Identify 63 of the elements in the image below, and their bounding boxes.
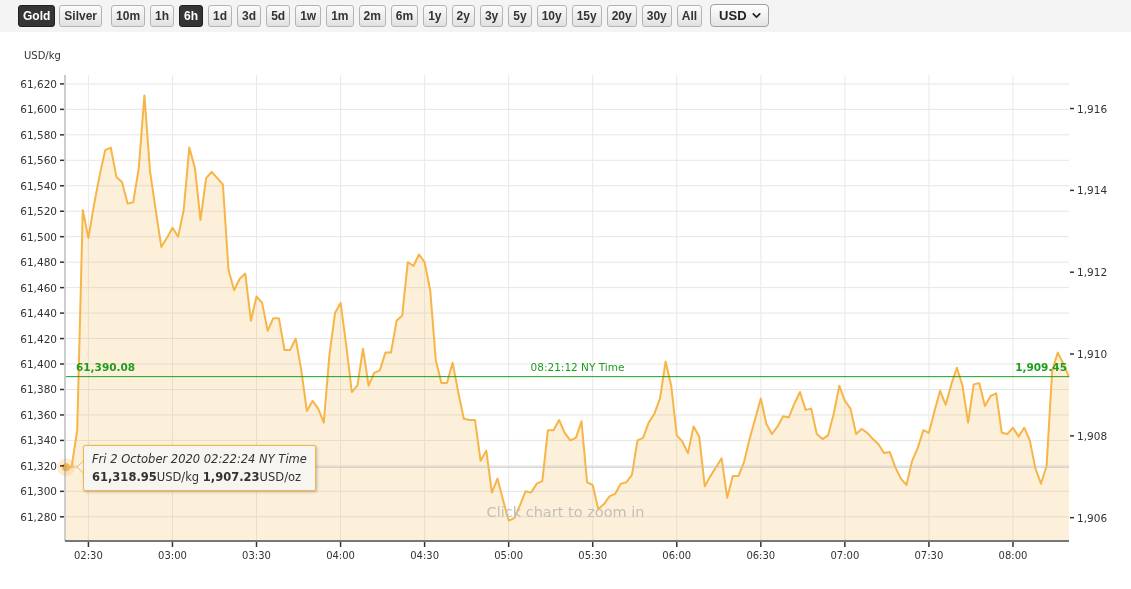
y-tick-label: 61,620 [20, 77, 57, 90]
y-tick-label: 61,480 [20, 256, 57, 269]
range-tab[interactable]: 1y [423, 5, 447, 27]
y-tick-label: 61,360 [20, 408, 57, 421]
y-tick-label: 61,580 [20, 128, 57, 141]
range-tab[interactable]: 6m [390, 5, 419, 27]
secondary-tick-label: 1,906 [1077, 511, 1108, 524]
range-tab[interactable]: 30y [641, 5, 672, 27]
tooltip-price: 61,318.95USD/kg 1,907.23USD/oz [92, 469, 303, 487]
secondary-tick-label: 1,910 [1077, 348, 1108, 361]
axis-title: USD/kg [24, 50, 61, 61]
range-tab[interactable]: 2m [358, 5, 386, 27]
y-tick-label: 61,340 [20, 434, 57, 447]
range-tab[interactable]: 5y [508, 5, 532, 27]
y-tick-label: 61,600 [20, 103, 57, 116]
range-tab[interactable]: 1m [326, 5, 354, 27]
secondary-tick-label: 1,908 [1077, 429, 1108, 442]
x-tick-label: 07:00 [830, 550, 860, 561]
range-tab[interactable]: 1h [150, 5, 175, 27]
x-tick-label: 05:30 [578, 550, 608, 561]
y-tick-label: 61,380 [20, 383, 57, 396]
range-tab[interactable]: 10y [536, 5, 567, 27]
x-tick-label: 03:00 [158, 550, 187, 561]
range-tab[interactable]: 1w [295, 5, 322, 27]
range-tab[interactable]: 5d [266, 5, 291, 27]
range-tab[interactable]: 20y [606, 5, 637, 27]
x-tick-label: 05:00 [494, 550, 524, 561]
y-tick-label: 61,560 [20, 154, 57, 167]
x-tick-label: 06:00 [662, 550, 692, 561]
x-tick-label: 02:30 [74, 550, 103, 561]
current-time-label: 08:21:12 NY Time [530, 360, 625, 373]
range-tab[interactable]: 15y [571, 5, 602, 27]
range-tab[interactable]: 3y [479, 5, 504, 27]
range-tab[interactable]: 6h [179, 5, 204, 27]
y-tick-label: 61,280 [20, 510, 57, 523]
range-tab[interactable]: 2y [451, 5, 475, 27]
x-tick-label: 08:00 [998, 550, 1028, 561]
y-tick-label: 61,440 [20, 307, 57, 320]
y-tick-label: 61,520 [20, 205, 57, 218]
x-tick-label: 07:30 [914, 550, 944, 561]
secondary-tick-label: 1,912 [1077, 266, 1108, 279]
x-tick-label: 03:30 [242, 550, 271, 561]
tooltip-date: Fri 2 October 2020 02:22:24 NY Time [92, 451, 307, 469]
y-tick-label: 61,460 [20, 281, 57, 294]
secondary-tick-label: 1,916 [1077, 102, 1108, 115]
metal-tab[interactable]: Gold [18, 5, 56, 27]
y-tick-label: 61,500 [20, 230, 57, 243]
currency-select[interactable]: USD [710, 4, 770, 27]
hover-marker-icon [57, 458, 75, 477]
y-tick-label: 61,420 [20, 332, 57, 345]
range-tab[interactable]: 10m [111, 5, 146, 27]
y-tick-label: 61,320 [20, 459, 57, 472]
range-tab[interactable]: 1d [208, 5, 233, 27]
range-tab[interactable]: All [676, 5, 703, 27]
y-tick-label: 61,300 [20, 485, 57, 498]
x-tick-label: 04:00 [326, 550, 355, 561]
y-tick-label: 61,400 [20, 358, 57, 370]
y-tick-label: 61,540 [20, 179, 57, 192]
range-tab[interactable]: 3d [237, 5, 262, 27]
secondary-tick-label: 1,914 [1077, 184, 1108, 197]
x-tick-label: 06:30 [746, 550, 776, 561]
metal-tab[interactable]: Silver [59, 5, 103, 27]
x-tick-label: 04:30 [410, 550, 440, 561]
